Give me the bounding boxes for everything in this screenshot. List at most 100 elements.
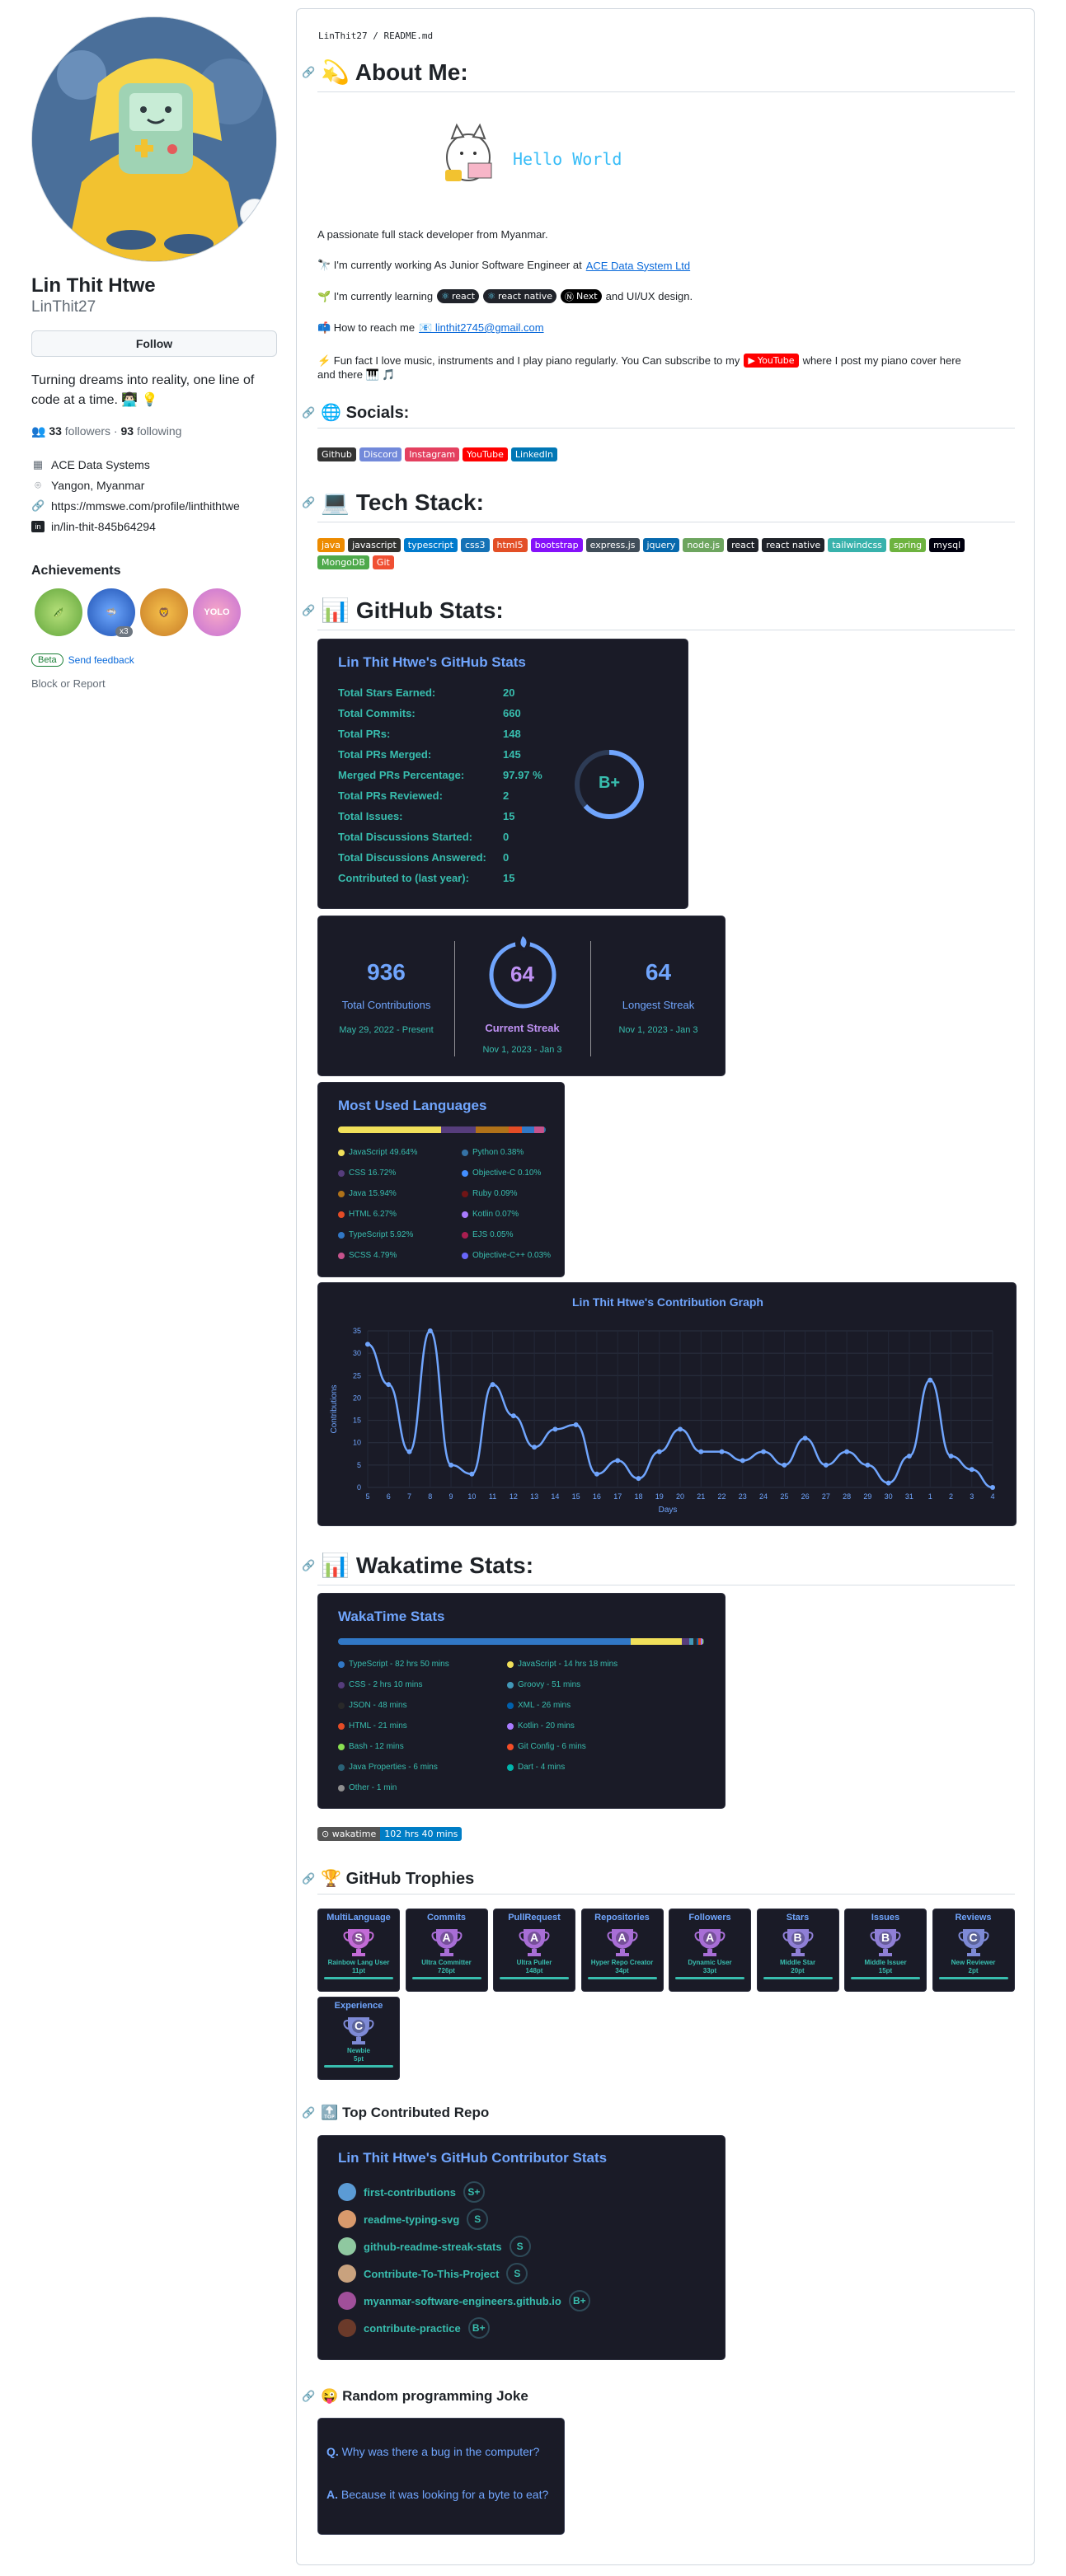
repo-name[interactable]: readme-typing-svg xyxy=(364,2213,459,2226)
anchor-link-icon[interactable]: 🔗 xyxy=(302,604,315,617)
repo-name[interactable]: github-readme-streak-stats xyxy=(364,2241,502,2253)
react-native-badge: ⚛ react native xyxy=(483,289,556,303)
x-tick-label: 29 xyxy=(863,1492,871,1501)
data-point xyxy=(365,1342,370,1347)
x-tick-label: 23 xyxy=(739,1492,747,1501)
language-label: HTML 6.27% xyxy=(349,1210,397,1219)
block-or-report-link[interactable]: Block or Report xyxy=(31,677,106,690)
wakatime-badge[interactable]: ⊙ wakatime 102 hrs 40 mins xyxy=(317,1827,463,1841)
trophy-progress-bar xyxy=(675,1977,744,1979)
social-badge-linkedin[interactable]: LinkedIn xyxy=(510,447,557,461)
breadcrumb[interactable]: LinThit27 / README.md xyxy=(318,30,433,41)
link-icon: 🔗 xyxy=(31,499,45,512)
data-point xyxy=(969,1467,974,1473)
contributed-repo-row[interactable]: github-readme-streak-stats S xyxy=(338,2236,531,2257)
joke-answer: A. Because it was looking for a byte to … xyxy=(326,2488,549,2501)
company-link[interactable]: ACE Data System Ltd xyxy=(586,260,690,272)
trophy-progress-bar xyxy=(938,1977,1008,1979)
top-languages-card[interactable]: Most Used Languages JavaScript 49.64% CSS… xyxy=(317,1082,565,1277)
profile-website[interactable]: 🔗 https://mmswe.com/profile/linthithtwe xyxy=(31,499,240,513)
trophy-rank: S xyxy=(355,1931,363,1944)
email-link[interactable]: 📧 linthit2745@gmail.com xyxy=(419,321,544,335)
trophy-card[interactable]: MultiLanguage S Rainbow Lang User 11pt xyxy=(317,1909,400,1992)
send-feedback-link[interactable]: Send feedback xyxy=(68,654,134,666)
social-badge-discord[interactable]: Discord xyxy=(359,447,402,461)
language-item: Objective-C 0.10% xyxy=(462,1169,541,1178)
anchor-link-icon[interactable]: 🔗 xyxy=(302,1559,315,1572)
trophy-rank: A xyxy=(705,1931,715,1944)
stat-label: Contributed to (last year): xyxy=(338,872,469,884)
trophy-label: New Reviewer xyxy=(951,1959,996,1966)
profile-login: LinThit27 xyxy=(31,298,96,316)
achievement-quickdraw-icon[interactable]: 🦁 xyxy=(140,588,188,636)
wakatime-label: Git Config - 6 mins xyxy=(518,1742,586,1751)
trophy-label: Middle Issuer xyxy=(864,1959,907,1966)
social-badge-instagram[interactable]: Instagram xyxy=(405,447,460,461)
trophy-card[interactable]: Repositories A Hyper Repo Creator 34pt xyxy=(580,1909,664,1992)
anchor-link-icon[interactable]: 🔗 xyxy=(302,406,315,419)
trophy-card[interactable]: Issues B Middle Issuer 15pt xyxy=(844,1909,927,1992)
repo-name[interactable]: myanmar-software-engineers.github.io xyxy=(364,2295,561,2307)
profile-linkedin[interactable]: in in/lin-thit-845b64294 xyxy=(31,520,156,533)
repo-name[interactable]: contribute-practice xyxy=(364,2322,461,2335)
y-tick-label: 0 xyxy=(357,1483,361,1492)
contributed-repo-row[interactable]: Contribute-To-This-Project S xyxy=(338,2263,528,2284)
wakatime-bar-segment xyxy=(682,1638,690,1645)
anchor-link-icon[interactable]: 🔗 xyxy=(302,66,315,79)
y-tick-label: 20 xyxy=(353,1393,361,1402)
joke-card[interactable]: Q. Why was there a bug in the computer? … xyxy=(317,2418,565,2535)
wakatime-card[interactable]: WakaTime Stats TypeScript - 82 hrs 50 mi… xyxy=(317,1593,726,1809)
trophy-card[interactable]: Followers A Dynamic User 33pt xyxy=(669,1909,751,1992)
trophy-card[interactable]: Experience C Newbie 5pt xyxy=(317,1997,400,2080)
trophies-heading: 🔗 🏆 GitHub Trophies xyxy=(302,1868,474,1889)
data-point xyxy=(678,1426,683,1432)
follow-button[interactable]: Follow xyxy=(31,330,277,357)
x-tick-label: 26 xyxy=(801,1492,810,1501)
x-tick-label: 6 xyxy=(387,1492,391,1501)
set-status-icon[interactable]: ☺ xyxy=(240,199,270,228)
contributed-repo-row[interactable]: contribute-practice B+ xyxy=(338,2317,490,2339)
streak-card[interactable]: 936 Total Contributions May 29, 2022 - P… xyxy=(317,916,726,1076)
contributed-repo-row[interactable]: myanmar-software-engineers.github.io B+ xyxy=(338,2290,590,2311)
followers-count[interactable]: 33 xyxy=(49,424,62,438)
trophy-card[interactable]: Commits A Ultra Committer 726pt xyxy=(405,1909,488,1992)
trophy-card[interactable]: Reviews C New Reviewer 2pt xyxy=(932,1909,1015,1992)
youtube-badge[interactable]: ▶ YouTube xyxy=(744,354,799,368)
trophy-progress-bar xyxy=(500,1977,569,1979)
tech-badge: spring xyxy=(889,538,927,552)
contribution-graph-card[interactable]: Lin Thit Htwe's Contribution Graph 0 5 10 15… xyxy=(317,1282,1017,1526)
contributor-stats-card[interactable]: Lin Thit Htwe's GitHub Contributor Stats… xyxy=(317,2135,726,2360)
stat-label: Total PRs Merged: xyxy=(338,748,432,761)
anchor-link-icon[interactable]: 🔗 xyxy=(302,1872,315,1885)
stats-card-title: Lin Thit Htwe's GitHub Stats xyxy=(338,654,526,670)
achievement-pair-extraordinaire-icon[interactable]: 🫛 xyxy=(35,588,82,636)
achievement-yolo-icon[interactable]: YOLO xyxy=(193,588,241,636)
social-badge-github[interactable]: Github xyxy=(317,447,356,461)
location-name: Yangon, Myanmar xyxy=(51,479,145,492)
linkedin-link[interactable]: in/lin-thit-845b64294 xyxy=(51,520,156,533)
trophy-title: Stars xyxy=(786,1913,810,1923)
website-link[interactable]: https://mmswe.com/profile/linthithtwe xyxy=(51,499,240,513)
contributed-repo-row[interactable]: readme-typing-svg S xyxy=(338,2208,489,2230)
x-tick-label: 16 xyxy=(593,1492,601,1501)
following-label[interactable]: following xyxy=(137,424,181,438)
language-dot-icon xyxy=(338,1211,345,1218)
trophy-progress-bar xyxy=(587,1977,657,1979)
social-badge-youtube[interactable]: YouTube xyxy=(463,447,508,461)
repo-name[interactable]: first-contributions xyxy=(364,2186,456,2199)
trophy-card[interactable]: PullRequest A Ultra Puller 148pt xyxy=(493,1909,575,1992)
followers-label[interactable]: followers xyxy=(65,424,110,438)
trophy-card[interactable]: Stars B Middle Star 20pt xyxy=(756,1909,839,1992)
anchor-link-icon[interactable]: 🔗 xyxy=(302,2106,315,2119)
github-stats-card[interactable]: Lin Thit Htwe's GitHub Stats Total Stars… xyxy=(317,639,688,909)
following-count[interactable]: 93 xyxy=(121,424,134,438)
avatar[interactable]: ☺ xyxy=(31,16,277,262)
language-item: Python 0.38% xyxy=(462,1148,524,1157)
trophy-progress-bar xyxy=(411,1977,481,1979)
anchor-link-icon[interactable]: 🔗 xyxy=(302,496,315,509)
anchor-link-icon[interactable]: 🔗 xyxy=(302,2390,315,2403)
repo-name[interactable]: Contribute-To-This-Project xyxy=(364,2268,499,2280)
contributed-repo-row[interactable]: first-contributions S+ xyxy=(338,2181,485,2203)
tech-badge: node.js xyxy=(683,538,725,552)
next-badge: Ⓝ Next xyxy=(560,289,602,303)
